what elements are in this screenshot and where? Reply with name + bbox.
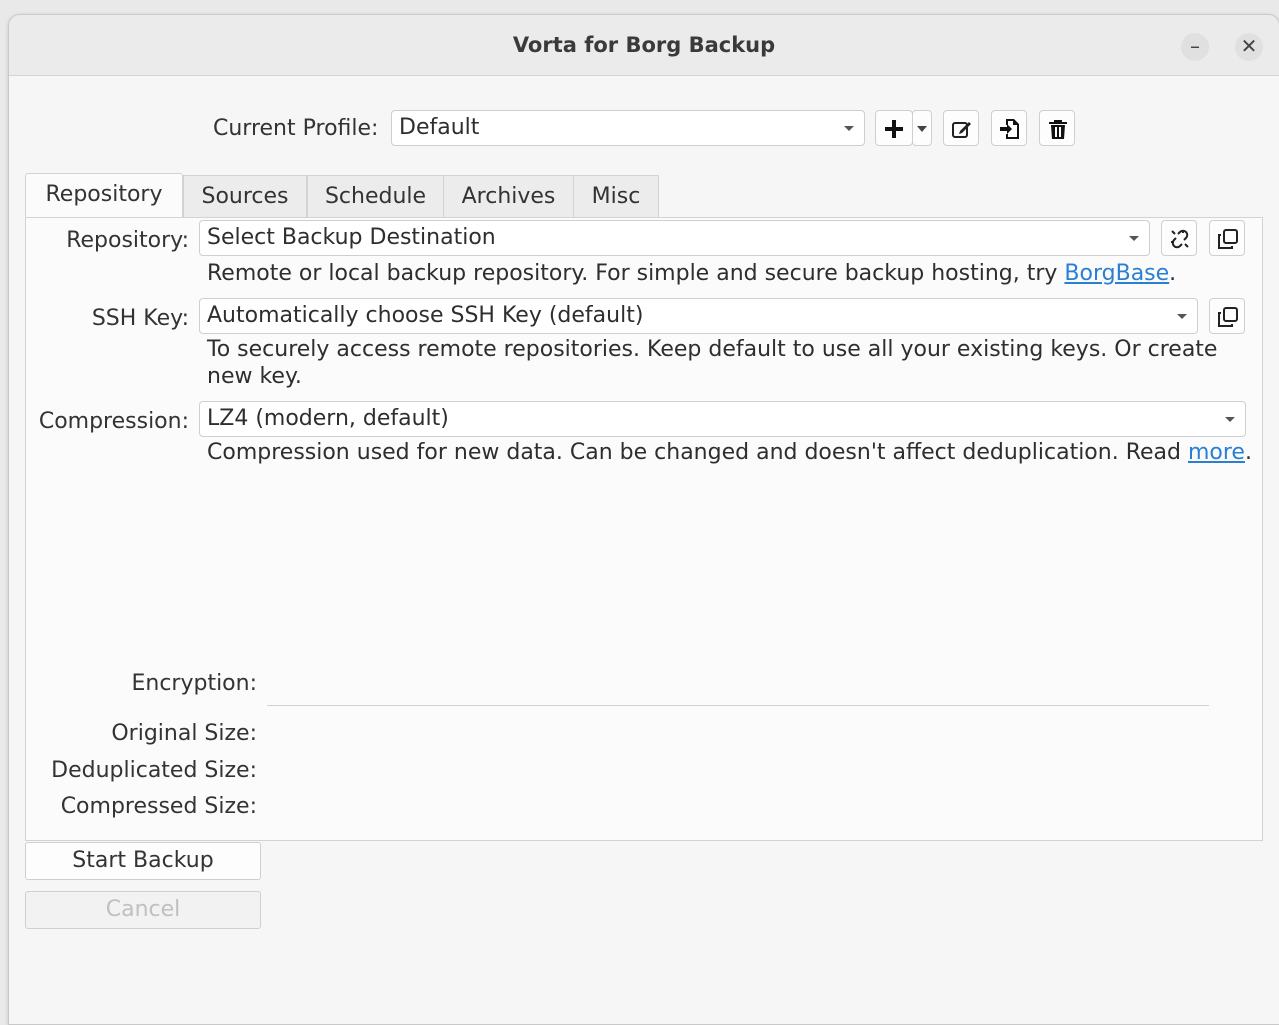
compression-label: Compression: [38, 409, 189, 434]
chevron-down-icon [1177, 314, 1187, 319]
add-profile-dropdown[interactable] [912, 110, 932, 146]
unlink-icon [1171, 229, 1189, 249]
add-icon [885, 120, 903, 138]
edit-profile-button[interactable] [943, 110, 979, 146]
chevron-down-icon [1225, 417, 1235, 422]
tab-archives[interactable]: Archives [443, 175, 574, 217]
repository-select[interactable]: Select Backup Destination [199, 220, 1150, 256]
close-button[interactable]: ✕ [1235, 33, 1263, 61]
repository-help: Remote or local backup repository. For s… [207, 260, 1176, 288]
repository-help-suffix: . [1169, 261, 1177, 286]
tab-sources[interactable]: Sources [183, 175, 307, 217]
unlink-repository-button[interactable] [1161, 220, 1197, 256]
compression-help: Compression used for new data. Can be ch… [207, 439, 1252, 467]
edit-icon [952, 122, 971, 138]
copy-repository-button[interactable] [1209, 220, 1245, 256]
borgbase-link[interactable]: BorgBase [1064, 261, 1169, 286]
original-size-label: Original Size: [111, 721, 257, 746]
ssh-key-value: Automatically choose SSH Key (default) [207, 303, 644, 328]
repository-label: Repository: [66, 228, 189, 253]
ssh-key-help-line2: new key. [207, 364, 302, 389]
profile-select[interactable]: Default [391, 110, 865, 146]
trash-icon [1049, 120, 1067, 139]
copy-icon [1218, 307, 1238, 327]
encryption-label: Encryption: [131, 671, 257, 696]
stats-divider [267, 705, 1209, 706]
compression-select[interactable]: LZ4 (modern, default) [199, 401, 1246, 437]
profile-value: Default [399, 115, 480, 140]
repository-value: Select Backup Destination [207, 225, 496, 250]
cancel-button[interactable]: Cancel [25, 891, 261, 929]
compression-help-text: Compression used for new data. Can be ch… [207, 440, 1188, 465]
add-profile-button[interactable] [875, 110, 913, 146]
compression-help-suffix: . [1244, 440, 1252, 465]
repository-help-text: Remote or local backup repository. For s… [207, 261, 1065, 286]
main-window: Vorta for Borg Backup – ✕ Current Profil… [8, 14, 1279, 1025]
compressed-size-label: Compressed Size: [60, 794, 257, 819]
delete-profile-button[interactable] [1039, 110, 1075, 146]
minimize-button[interactable]: – [1181, 33, 1209, 61]
tab-repository[interactable]: Repository [25, 173, 183, 219]
import-icon [1000, 119, 1019, 139]
tab-misc[interactable]: Misc [573, 175, 659, 217]
copy-ssh-key-button[interactable] [1209, 298, 1245, 334]
chevron-down-icon [1129, 236, 1139, 241]
ssh-key-label: SSH Key: [91, 306, 189, 331]
deduplicated-size-label: Deduplicated Size: [51, 758, 257, 783]
copy-icon [1218, 229, 1238, 249]
start-backup-button[interactable]: Start Backup [25, 842, 261, 880]
chevron-down-icon [844, 126, 854, 131]
dropdown-icon [917, 126, 927, 132]
profile-label: Current Profile: [213, 116, 379, 141]
import-profile-button[interactable] [991, 110, 1027, 146]
ssh-key-select[interactable]: Automatically choose SSH Key (default) [199, 298, 1198, 334]
more-link[interactable]: more [1188, 440, 1245, 465]
compression-value: LZ4 (modern, default) [207, 406, 449, 431]
title-bar: Vorta for Borg Backup – ✕ [9, 15, 1279, 76]
window-title: Vorta for Borg Backup [512, 33, 776, 57]
ssh-key-help-line1: To securely access remote repositories. … [207, 337, 1218, 362]
tab-schedule[interactable]: Schedule [307, 175, 444, 217]
